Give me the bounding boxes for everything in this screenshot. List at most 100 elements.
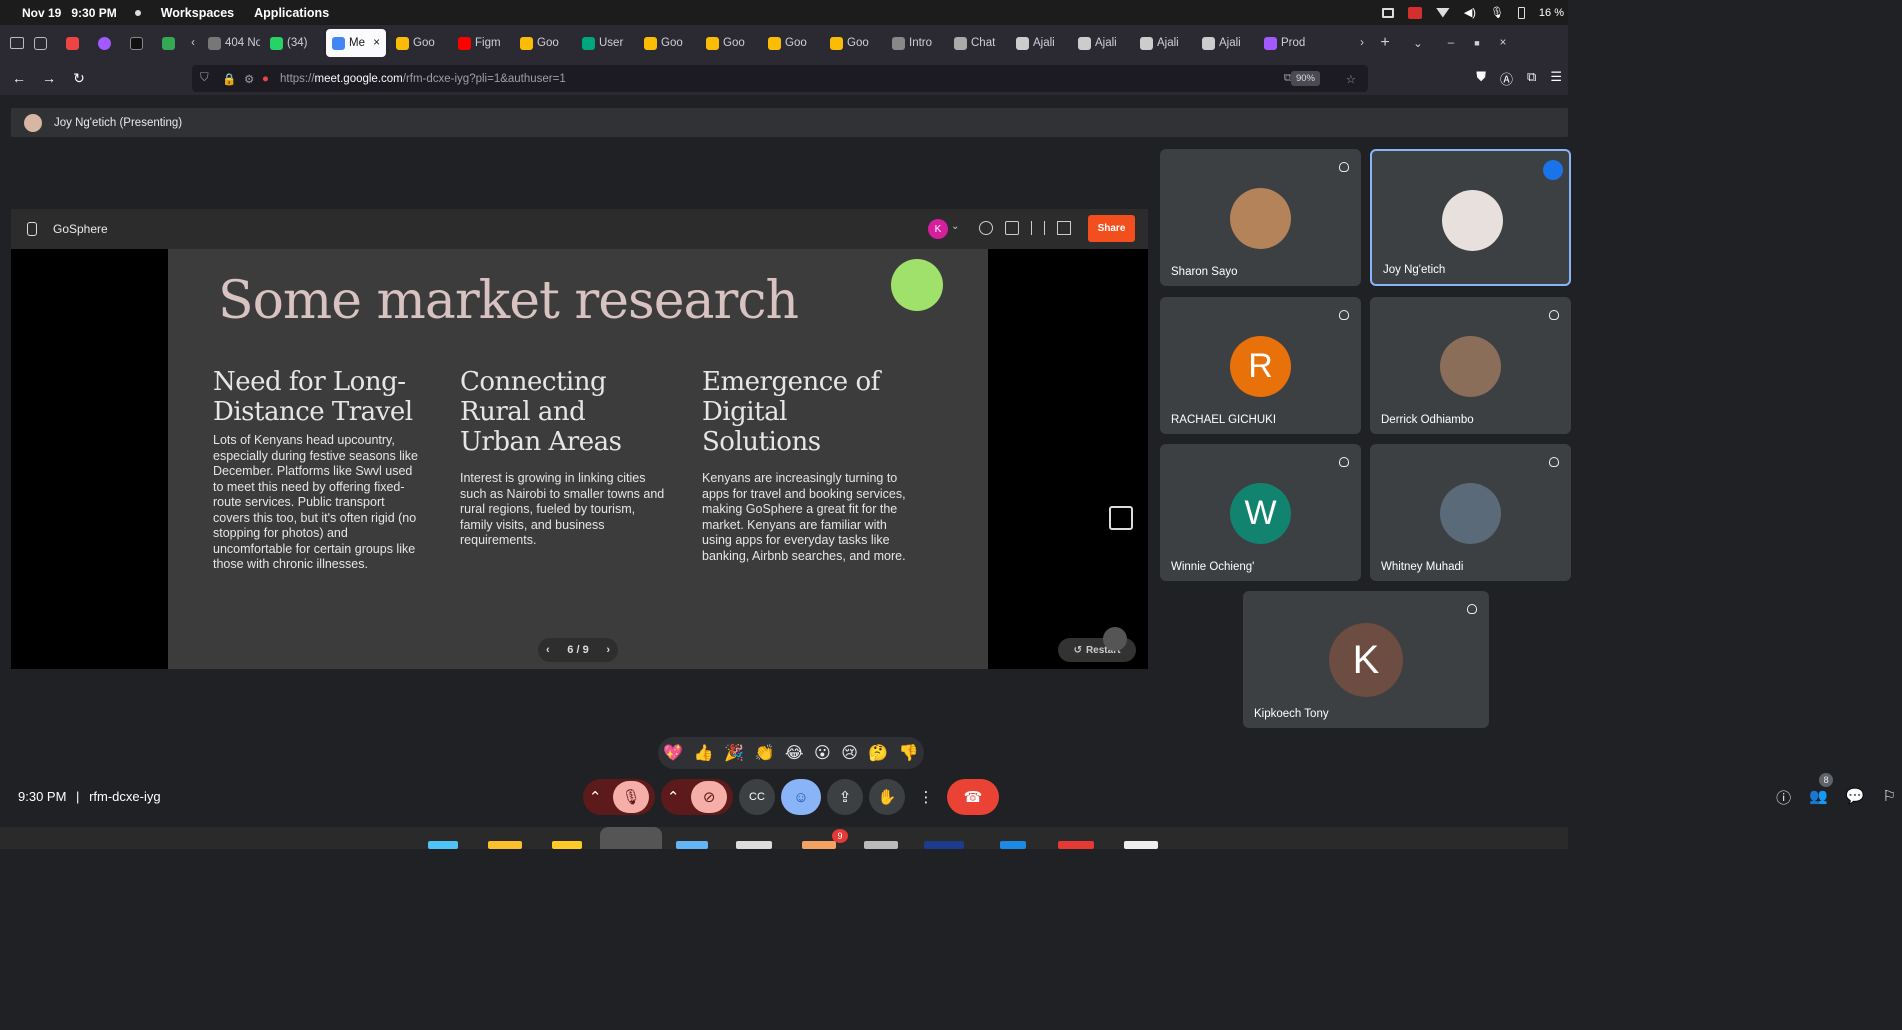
video-options-icon[interactable]: ⌃	[667, 788, 680, 806]
leave-call-icon[interactable]: ☎	[947, 779, 999, 815]
tag-icon[interactable]	[1005, 221, 1019, 235]
menu-applications[interactable]: Applications	[254, 6, 329, 20]
permissions-icon[interactable]: ⚙	[244, 72, 254, 86]
dock-app-icon[interactable]	[1058, 841, 1094, 849]
dock-app-icon[interactable]	[924, 841, 964, 849]
close-window-icon[interactable]: ×	[1490, 37, 1516, 49]
dock-app-icon[interactable]	[676, 841, 708, 849]
pinned-tab[interactable]	[152, 29, 184, 57]
back-icon[interactable]: ←	[4, 70, 34, 86]
meeting-details-icon[interactable]: ⓘ	[1776, 787, 1791, 808]
browser-tab[interactable]: Goo	[700, 29, 758, 57]
dock-app-icon[interactable]	[736, 841, 772, 849]
reaction-emoji-icon[interactable]: 🤔	[868, 743, 888, 763]
pocket-icon[interactable]: ⛊	[1476, 69, 1486, 88]
mic-off-icon[interactable]: 🎙	[613, 781, 650, 813]
close-tab-icon[interactable]: ×	[373, 37, 380, 49]
browser-tab[interactable]: 404 Not	[202, 29, 260, 57]
browser-tab[interactable]: Goo	[824, 29, 882, 57]
participant-tile[interactable]: W Winnie Ochieng'	[1160, 444, 1361, 581]
dock-app-icon[interactable]	[488, 841, 522, 849]
extensions-icon[interactable]: ⧉	[1527, 69, 1536, 88]
browser-tab[interactable]: Goo	[514, 29, 572, 57]
dock-app-icon[interactable]	[864, 841, 898, 849]
prev-slide-icon[interactable]: ‹	[546, 644, 550, 656]
participant-tile[interactable]: R RACHAEL GICHUKI	[1160, 297, 1361, 434]
account-icon[interactable]: Ⓐ	[1500, 69, 1513, 88]
share-button[interactable]: Share	[1088, 215, 1135, 242]
tab-list-menu-icon[interactable]: ⌄	[1398, 36, 1438, 50]
screen-share-indicator-icon[interactable]	[1407, 6, 1422, 19]
browser-tab[interactable]: Chat	[948, 29, 1006, 57]
settings-sliders-icon[interactable]	[1031, 221, 1045, 235]
reaction-emoji-icon[interactable]: 👎	[899, 743, 919, 763]
reload-icon[interactable]: ↻	[64, 70, 94, 87]
zoom-in-icon[interactable]	[1103, 627, 1127, 651]
reaction-emoji-icon[interactable]: 👏	[754, 743, 774, 763]
shield-icon[interactable]: ⛉	[200, 72, 209, 85]
browser-tab[interactable]: Prod	[1258, 29, 1316, 57]
reaction-emoji-icon[interactable]: 👍	[694, 743, 714, 763]
new-tab-icon[interactable]: +	[1372, 34, 1398, 52]
app-menu-icon[interactable]: ☰	[1550, 69, 1562, 88]
raise-hand-icon[interactable]: ✋	[869, 779, 905, 815]
menu-workspaces[interactable]: Workspaces	[161, 6, 234, 20]
firefox-view-icon[interactable]	[10, 37, 24, 49]
browser-tab[interactable]: Ajali	[1196, 29, 1254, 57]
window-switcher-icon[interactable]	[1381, 7, 1394, 18]
more-options-icon[interactable]: ⋮	[911, 779, 941, 815]
browser-tab[interactable]: Goo	[638, 29, 696, 57]
wifi-icon[interactable]	[1435, 7, 1450, 18]
forward-icon[interactable]: →	[34, 70, 64, 86]
browser-tab[interactable]: Me ×	[326, 29, 386, 57]
pinned-tab[interactable]	[120, 29, 152, 57]
expand-icon[interactable]	[1057, 221, 1071, 235]
microphone-icon[interactable]: 🎙	[1490, 6, 1504, 19]
battery-icon[interactable]	[1517, 6, 1525, 19]
browser-tab[interactable]: Ajali	[1134, 29, 1192, 57]
browser-tab[interactable]: Goo	[762, 29, 820, 57]
volume-icon[interactable]: ◀)	[1464, 6, 1476, 19]
dock-app-icon[interactable]	[552, 841, 582, 849]
browser-tab[interactable]: User	[576, 29, 634, 57]
participant-tile[interactable]: Sharon Sayo	[1160, 149, 1361, 286]
dock-app-icon[interactable]	[1124, 841, 1158, 849]
participant-tile[interactable]: Whitney Muhadi	[1370, 444, 1571, 581]
minimize-icon[interactable]: –	[1438, 37, 1464, 49]
dock-app-active[interactable]	[600, 827, 662, 849]
participant-tile[interactable]: Derrick Odhiambo	[1370, 297, 1571, 434]
bookmark-star-icon[interactable]: ☆	[1346, 72, 1356, 86]
tabs-scroll-right-icon[interactable]: ›	[1352, 37, 1372, 49]
activities-icon[interactable]: ⚐	[1883, 787, 1896, 808]
reaction-emoji-icon[interactable]: 💖	[663, 743, 683, 763]
camera-off-icon[interactable]: ⊘	[691, 781, 728, 813]
figma-logo-icon[interactable]	[27, 222, 37, 236]
lock-icon[interactable]: 🔒	[222, 72, 236, 86]
browser-tab[interactable]: Intro	[886, 29, 944, 57]
reaction-emoji-icon[interactable]: 😢	[841, 743, 858, 763]
pinned-tab[interactable]	[88, 29, 120, 57]
next-slide-icon[interactable]: ›	[606, 644, 610, 656]
audio-options-icon[interactable]: ⌃	[589, 788, 602, 806]
pinned-tab[interactable]	[24, 29, 56, 57]
maximize-icon[interactable]: ■	[1464, 38, 1490, 48]
picture-in-picture-icon[interactable]	[1109, 506, 1133, 530]
browser-tab[interactable]: Figm	[452, 29, 510, 57]
browser-tab[interactable]: (34)	[264, 29, 322, 57]
zoom-level[interactable]: 90%	[1290, 71, 1320, 86]
reaction-emoji-icon[interactable]: 😂	[785, 743, 804, 763]
mic-in-use-icon[interactable]: ●	[262, 73, 269, 85]
browser-tab[interactable]: Goo	[390, 29, 448, 57]
address-bar[interactable]: ⛉ 🔒 ⚙ ● https://meet.google.com/rfm-dcxe…	[192, 65, 1368, 92]
user-avatar[interactable]: K	[928, 219, 948, 239]
emoji-icon[interactable]: ☺	[781, 779, 821, 815]
captions-icon[interactable]: CC	[739, 779, 775, 815]
browser-tab[interactable]: Ajali	[1010, 29, 1068, 57]
dock-app-icon[interactable]	[428, 841, 458, 849]
participant-tile[interactable]: Joy Ng'etich	[1370, 149, 1571, 286]
browser-tab[interactable]: Ajali	[1072, 29, 1130, 57]
dock-app-icon[interactable]	[1000, 841, 1026, 849]
present-screen-icon[interactable]: ⇪	[827, 779, 863, 815]
participant-tile[interactable]: K Kipkoech Tony	[1243, 591, 1489, 728]
people-icon[interactable]: 👥 8	[1809, 773, 1834, 808]
